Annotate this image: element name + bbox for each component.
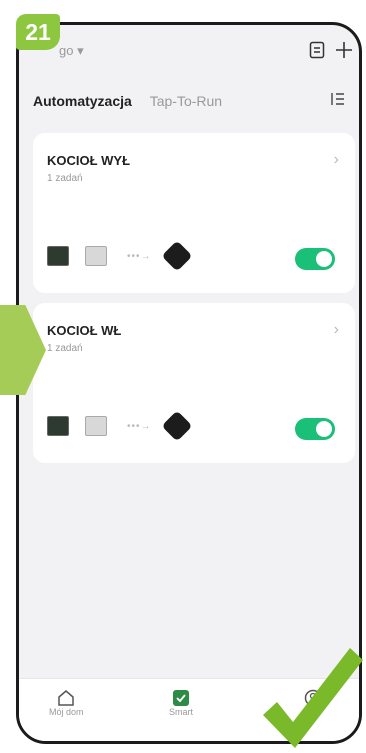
sort-icon[interactable] bbox=[329, 91, 345, 112]
chevron-right-icon[interactable]: › bbox=[334, 321, 339, 339]
nav-smart-label: Smart bbox=[169, 707, 194, 717]
automation-title: KOCIOŁ WYŁ bbox=[47, 153, 131, 168]
device-flow: •••→ bbox=[47, 410, 193, 442]
log-icon[interactable] bbox=[309, 41, 325, 64]
thermostat-dark-icon bbox=[47, 416, 69, 436]
nav-home[interactable]: Mój dom bbox=[49, 689, 84, 717]
automation-toggle[interactable] bbox=[295, 418, 335, 440]
automation-card[interactable]: KOCIOŁ WYŁ 1 zadań › •••→ bbox=[33, 133, 355, 293]
automation-task-count: 1 zadań bbox=[47, 343, 83, 354]
step-number-badge: 21 bbox=[16, 14, 60, 50]
chevron-right-icon[interactable]: › bbox=[334, 151, 339, 169]
thermostat-light-icon bbox=[85, 416, 107, 436]
home-selector[interactable]: go ▾ bbox=[59, 43, 84, 59]
thermostat-dark-icon bbox=[47, 246, 69, 266]
gateway-hub-icon bbox=[160, 410, 193, 442]
nav-home-label: Mój dom bbox=[49, 707, 84, 717]
flow-arrow-icon: •••→ bbox=[127, 250, 152, 262]
device-flow: •••→ bbox=[47, 240, 193, 272]
flow-arrow-icon: •••→ bbox=[127, 420, 152, 432]
automation-card[interactable]: KOCIOŁ WŁ 1 zadań › •••→ bbox=[33, 303, 355, 463]
smart-icon bbox=[173, 690, 189, 706]
thermostat-light-icon bbox=[85, 246, 107, 266]
automation-toggle[interactable] bbox=[295, 248, 335, 270]
automation-title: KOCIOŁ WŁ bbox=[47, 323, 122, 338]
checkmark-icon bbox=[263, 648, 363, 748]
tab-tap-to-run[interactable]: Tap-To-Run bbox=[150, 93, 222, 109]
automation-task-count: 1 zadań bbox=[47, 173, 83, 184]
tab-automatyzacja[interactable]: Automatyzacja bbox=[33, 93, 132, 109]
gateway-hub-icon bbox=[160, 240, 193, 272]
nav-smart[interactable]: Smart bbox=[169, 689, 193, 717]
home-icon bbox=[58, 690, 74, 706]
phone-frame: go ▾ Automatyzacja Tap-To-Run KOCIOŁ WYŁ… bbox=[16, 22, 362, 744]
add-icon[interactable] bbox=[335, 41, 353, 64]
